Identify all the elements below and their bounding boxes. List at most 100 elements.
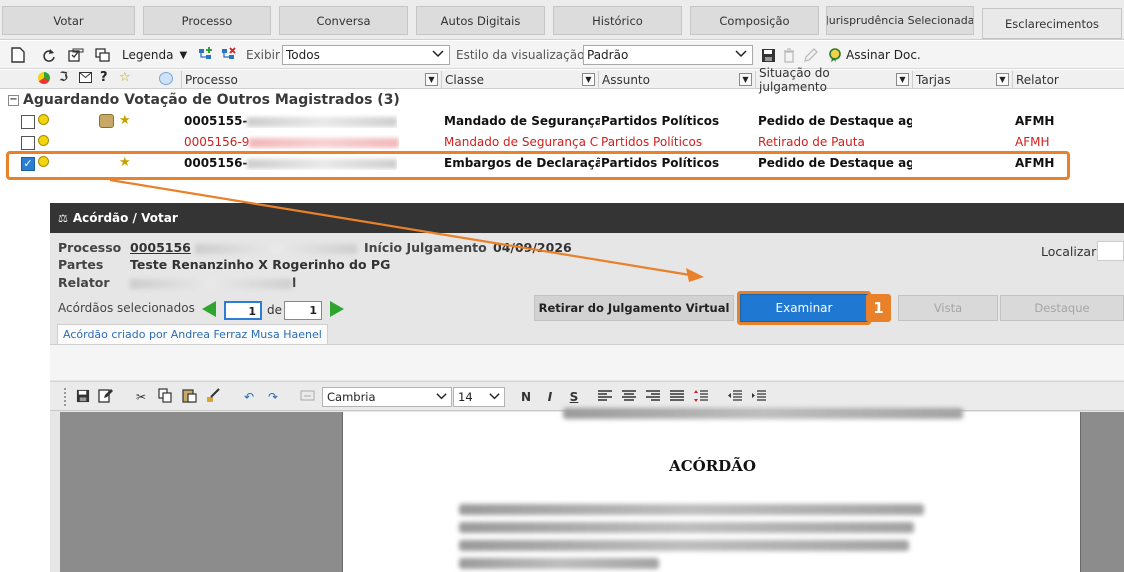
collapse-tree-button[interactable] xyxy=(220,41,238,69)
editor-redo-button[interactable]: ↷ xyxy=(264,388,282,406)
underline-button[interactable]: S xyxy=(565,388,583,406)
outdent-button[interactable] xyxy=(726,388,744,406)
column-situacao-filter-button[interactable]: ▼ xyxy=(896,73,909,86)
localizar-input[interactable] xyxy=(1097,241,1124,261)
align-center-button[interactable] xyxy=(620,388,638,406)
bold-button[interactable]: N xyxy=(517,388,535,406)
table-row[interactable]: 0005156-9 Mandado de Segurança C Partido… xyxy=(0,133,1124,153)
acordaos-selecionados-label: Acórdãos selecionados xyxy=(58,301,195,315)
relator-value: l xyxy=(130,275,296,290)
destaque-button[interactable]: Destaque xyxy=(1000,295,1124,321)
line-spacing-button[interactable] xyxy=(692,388,710,406)
estilo-select[interactable]: Padrão xyxy=(583,45,753,65)
estilo-label: Estilo da visualização xyxy=(456,48,585,62)
editor-spell-button[interactable] xyxy=(298,388,316,406)
editor-format-painter-button[interactable] xyxy=(204,388,222,406)
pager-current-input[interactable]: 1 xyxy=(224,301,262,320)
justify-button[interactable] xyxy=(668,388,686,406)
partes-label: Partes xyxy=(58,257,104,272)
editor-paste-button[interactable] xyxy=(180,388,198,406)
cell-processo[interactable]: 0005155- xyxy=(184,114,398,128)
justify-icon xyxy=(670,389,684,405)
redacted-text xyxy=(194,243,357,254)
redacted-text xyxy=(459,504,924,515)
save-icon xyxy=(76,389,90,406)
collapse-group-icon[interactable]: − xyxy=(8,94,19,106)
filter-select-button[interactable] xyxy=(67,41,85,69)
table-row[interactable]: ★ 0005155- Mandado de Segurança C Partid… xyxy=(0,112,1124,132)
editor-save-button[interactable] xyxy=(74,388,92,406)
copy-icon xyxy=(157,388,173,406)
indent-button[interactable] xyxy=(750,388,768,406)
step-badge: 1 xyxy=(866,294,891,322)
checklist-icon xyxy=(67,46,85,64)
column-processo[interactable]: Processo xyxy=(181,71,441,88)
group-title[interactable]: − Aguardando Votação de Outros Magistrado… xyxy=(8,92,400,108)
exibir-select[interactable]: Todos xyxy=(282,45,450,65)
column-classe[interactable]: Classe xyxy=(441,71,581,88)
tab-composicao[interactable]: Composição xyxy=(690,6,819,35)
editor-cut-button[interactable]: ✂ xyxy=(132,388,150,406)
chevron-down-icon xyxy=(734,47,748,64)
expand-tree-button[interactable] xyxy=(197,41,215,69)
previous-arrow-icon[interactable] xyxy=(202,301,216,317)
row-checkbox[interactable] xyxy=(21,115,35,129)
redacted-text xyxy=(563,408,963,419)
copy-window-button[interactable] xyxy=(94,41,112,69)
document-page[interactable]: ACÓRDÃO xyxy=(342,408,1081,572)
document-area: ACÓRDÃO xyxy=(60,408,1124,572)
retirar-julgamento-button[interactable]: Retirar do Julgamento Virtual xyxy=(534,295,734,321)
editor-copy-button[interactable] xyxy=(156,388,174,406)
tab-processo[interactable]: Processo xyxy=(143,6,271,35)
tab-conversa[interactable]: Conversa xyxy=(279,6,408,35)
column-relator[interactable]: Relator xyxy=(1012,71,1124,88)
redacted-text xyxy=(459,540,909,551)
processo-value[interactable]: 0005156 xyxy=(130,240,357,255)
legenda-dropdown[interactable]: Legenda ▼ xyxy=(122,41,187,69)
refresh-icon xyxy=(39,46,57,64)
column-tarjas-filter-button[interactable]: ▼ xyxy=(996,73,1009,86)
tab-historico[interactable]: Histórico xyxy=(553,6,682,35)
status-icon xyxy=(38,72,50,84)
inicio-julgamento-value: 04/09/2026 xyxy=(493,240,572,255)
italic-button[interactable]: I xyxy=(541,388,559,406)
font-size-select[interactable]: 14 xyxy=(453,387,505,407)
cell-processo[interactable]: 0005156-9 xyxy=(184,135,400,149)
paste-icon xyxy=(181,388,197,406)
tab-esclarecimentos[interactable]: Esclarecimentos xyxy=(982,8,1122,39)
new-document-button[interactable] xyxy=(9,41,27,69)
column-processo-filter-button[interactable]: ▼ xyxy=(425,73,438,86)
chevron-down-icon xyxy=(435,390,448,406)
tab-autos-digitais[interactable]: Autos Digitais xyxy=(416,6,545,35)
indent-icon xyxy=(752,389,766,405)
tab-jurisprudencia[interactable]: Jurisprudência Selecionada xyxy=(826,6,974,35)
editor-undo-button[interactable]: ↶ xyxy=(240,388,258,406)
column-situacao[interactable]: Situação do julgamento xyxy=(755,66,895,94)
top-nav: Votar Processo Conversa Autos Digitais H… xyxy=(0,0,1124,40)
dialog-title-bar: ⚖ Acórdão / Votar xyxy=(50,203,1124,233)
align-left-button[interactable] xyxy=(596,388,614,406)
column-tarjas[interactable]: Tarjas xyxy=(912,71,997,88)
partes-value: Teste Renanzinho X Rogerinho do PG xyxy=(130,257,391,272)
column-assunto[interactable]: Assunto xyxy=(598,71,738,88)
examinar-highlight-annotation xyxy=(737,291,871,325)
editor-edit-button[interactable] xyxy=(96,388,114,406)
column-classe-filter-button[interactable]: ▼ xyxy=(582,73,595,86)
font-family-select[interactable]: Cambria xyxy=(322,387,452,407)
vista-button[interactable]: Vista xyxy=(898,295,998,321)
star-icon: ☆ xyxy=(119,70,131,85)
redacted-text xyxy=(247,116,398,127)
star-icon[interactable]: ★ xyxy=(119,113,131,128)
tab-acordao-criado[interactable]: Acórdão criado por Andrea Ferraz Musa Ha… xyxy=(57,324,328,344)
redacted-text xyxy=(459,558,659,569)
tab-votar[interactable]: Votar xyxy=(2,6,135,35)
chevron-down-icon xyxy=(431,47,445,64)
align-right-button[interactable] xyxy=(644,388,662,406)
refresh-button[interactable] xyxy=(39,41,57,69)
pager-de-label: de xyxy=(267,303,282,317)
column-assunto-filter-button[interactable]: ▼ xyxy=(739,73,752,86)
next-arrow-icon[interactable] xyxy=(330,301,344,317)
redacted-text xyxy=(459,522,914,533)
cell-relator: AFMH xyxy=(1015,114,1055,128)
row-checkbox[interactable] xyxy=(21,136,35,150)
